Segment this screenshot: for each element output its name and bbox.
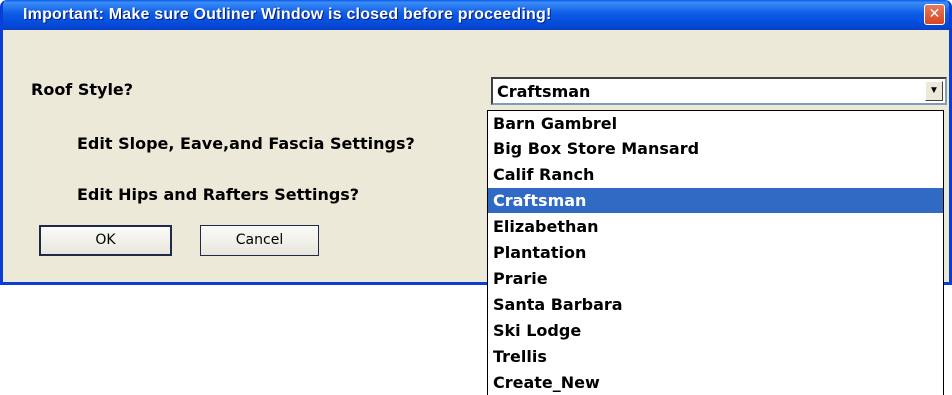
dropdown-option[interactable]: Plantation [488, 240, 943, 265]
cancel-button[interactable]: Cancel [200, 225, 319, 256]
dropdown-option[interactable]: Trellis [488, 344, 943, 369]
edit-slope-eave-fascia-label: Edit Slope, Eave,and Fascia Settings? [77, 134, 415, 153]
dropdown-option[interactable]: Create_New [488, 370, 943, 395]
dropdown-option[interactable]: Big Box Store Mansard [488, 136, 943, 161]
roof-style-selected-value: Craftsman [497, 82, 591, 101]
dialog-title: Important: Make sure Outliner Window is … [23, 6, 552, 23]
dropdown-option-selected[interactable]: Craftsman [488, 188, 943, 213]
chevron-down-icon[interactable]: ▼ [925, 81, 943, 101]
dropdown-option[interactable]: Prarie [488, 266, 943, 291]
dropdown-option[interactable]: Barn Gambrel [488, 111, 943, 136]
dropdown-option[interactable]: Calif Ranch [488, 162, 943, 187]
edit-hips-rafters-label: Edit Hips and Rafters Settings? [77, 185, 360, 204]
roof-style-dropdown-list[interactable]: Barn Gambrel Big Box Store Mansard Calif… [487, 110, 944, 395]
ok-button[interactable]: OK [39, 225, 172, 256]
dropdown-option[interactable]: Santa Barbara [488, 292, 943, 317]
dialog-titlebar[interactable]: Important: Make sure Outliner Window is … [3, 0, 949, 30]
roof-style-label: Roof Style? [31, 80, 134, 99]
dropdown-option[interactable]: Ski Lodge [488, 318, 943, 343]
close-icon[interactable]: ✕ [924, 4, 945, 25]
roof-style-select[interactable]: Craftsman ▼ [491, 77, 947, 105]
dropdown-option[interactable]: Elizabethan [488, 214, 943, 239]
